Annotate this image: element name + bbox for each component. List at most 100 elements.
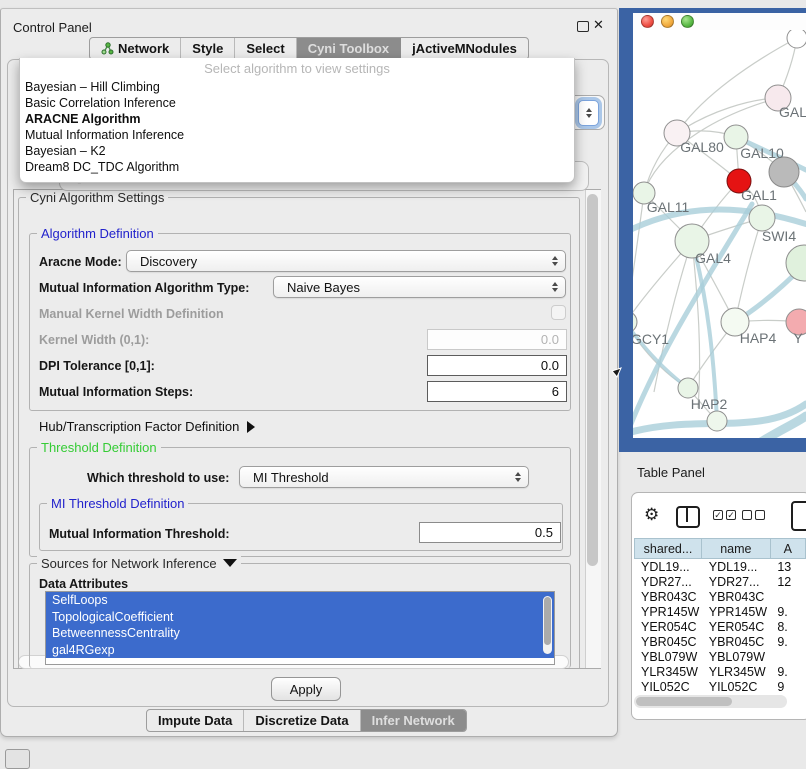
close-traffic-light-icon[interactable] — [641, 15, 654, 28]
network-graph: GALGAL80GAL10GAL1GAL11SWI4GAL4GCY1HAP4YH… — [633, 30, 806, 438]
table-row[interactable]: YBL079WYBL079W — [634, 649, 806, 664]
table-cell[interactable]: 9 — [770, 680, 806, 694]
dock-icon[interactable] — [5, 749, 30, 769]
settings-vertical-scrollbar-thumb[interactable] — [587, 194, 598, 566]
attribute-item-selfloops[interactable]: SelfLoops — [46, 592, 554, 609]
table-cell[interactable]: YBL079W — [702, 650, 771, 664]
table-cell[interactable]: 9. — [770, 605, 806, 619]
algorithm-option-mutual-information-inference[interactable]: Mutual Information Inference — [20, 127, 574, 143]
network-edge[interactable] — [677, 98, 778, 133]
table-row[interactable]: YBR043CYBR043C — [634, 589, 806, 604]
algorithm-option-bayesian-k2[interactable]: Bayesian – K2 — [20, 143, 574, 159]
table-cell[interactable]: YER054C — [634, 620, 702, 634]
tab-network[interactable]: Network — [90, 38, 181, 59]
aracne-mode-combo[interactable]: Discovery — [126, 250, 566, 272]
zoom-traffic-light-icon[interactable] — [681, 15, 694, 28]
column-header-a[interactable]: A — [771, 538, 806, 559]
attribute-item-betweennesscentrality[interactable]: BetweennessCentrality — [46, 625, 554, 642]
table-cell[interactable]: YPR145W — [702, 605, 771, 619]
table-cell[interactable]: YIL052C — [634, 680, 702, 694]
table-cell[interactable]: YBR043C — [702, 590, 771, 604]
node-label-gal1: GAL1 — [741, 187, 777, 203]
table-function-icon[interactable] — [791, 501, 806, 531]
table-cell[interactable]: 12 — [770, 575, 806, 589]
network-window-titlebar[interactable] — [633, 13, 806, 30]
table-cell[interactable]: 8. — [770, 620, 806, 634]
table-cell[interactable]: YPR145W — [634, 605, 702, 619]
mi-threshold-field[interactable]: 0.5 — [419, 522, 561, 543]
bottom-tab-discretize-data[interactable]: Discretize Data — [244, 710, 360, 731]
attribute-item-topologicalcoefficient[interactable]: TopologicalCoefficient — [46, 609, 554, 626]
checked-box-icon[interactable]: ✓ — [713, 510, 723, 520]
dpi-tolerance-field[interactable]: 0.0 — [427, 355, 567, 376]
table-cell[interactable]: YLR345W — [702, 665, 771, 679]
column-header-shared[interactable]: shared... — [634, 538, 702, 559]
table-cell[interactable]: YDL19... — [702, 560, 771, 574]
manual-kernel-width-checkbox[interactable] — [551, 305, 566, 320]
network-node[interactable] — [786, 245, 806, 281]
table-cell[interactable]: YBR045C — [702, 635, 771, 649]
table-cell[interactable]: YDR27... — [702, 575, 771, 589]
tab-label: Cyni Toolbox — [308, 41, 389, 56]
table-cell[interactable]: YDL19... — [634, 560, 702, 574]
checked-box-icon[interactable]: ✓ — [726, 510, 736, 520]
control-panel-window: Control Panel ✕ NetworkStyleSelectCyni T… — [0, 8, 618, 737]
gear-icon[interactable]: ⚙ — [644, 505, 659, 525]
table-row[interactable]: YER054CYER054C8. — [634, 619, 806, 634]
hub-tf-definition-expander[interactable]: Hub/Transcription Factor Definition — [39, 419, 255, 434]
attribute-item-gal4rgexp[interactable]: gal4RGexp — [46, 642, 554, 659]
which-threshold-combo[interactable]: MI Threshold — [239, 466, 529, 488]
table-row[interactable]: YPR145WYPR145W9. — [634, 604, 806, 619]
algorithm-option-aracne-algorithm[interactable]: ARACNE Algorithm — [20, 111, 574, 127]
table-horizontal-scrollbar-thumb[interactable] — [636, 697, 732, 706]
network-node[interactable] — [707, 411, 727, 431]
columns-icon[interactable] — [676, 506, 700, 528]
table-cell[interactable]: YER054C — [702, 620, 771, 634]
network-node[interactable] — [787, 30, 806, 48]
table-cell[interactable]: YIL052C — [702, 680, 771, 694]
apply-button[interactable]: Apply — [271, 677, 341, 701]
network-node[interactable] — [633, 311, 637, 333]
network-node[interactable] — [769, 157, 799, 187]
sources-title[interactable]: Sources for Network Inference — [37, 556, 241, 571]
table-row[interactable]: YBR045CYBR045C9. — [634, 634, 806, 649]
float-window-icon[interactable] — [577, 21, 589, 32]
aracne-mode-value: Discovery — [140, 254, 197, 269]
combo-stepper-focused[interactable] — [578, 100, 599, 126]
tab-cyni-toolbox[interactable]: Cyni Toolbox — [297, 38, 401, 59]
minimize-traffic-light-icon[interactable] — [661, 15, 674, 28]
table-cell[interactable]: 13 — [770, 560, 806, 574]
attributes-list-scrollbar[interactable] — [543, 596, 552, 654]
table-cell[interactable]: YLR345W — [634, 665, 702, 679]
table-row[interactable]: YDL19...YDL19...13 — [634, 559, 806, 574]
table-cell[interactable]: YBL079W — [634, 650, 702, 664]
network-edge[interactable] — [633, 193, 644, 322]
table-row[interactable]: YIL052CYIL052C9 — [634, 679, 806, 694]
bottom-tab-impute-data[interactable]: Impute Data — [147, 710, 244, 731]
unchecked-box-icon[interactable] — [742, 510, 752, 520]
network-node[interactable] — [678, 378, 698, 398]
node-label-gal11: GAL11 — [647, 199, 690, 215]
algorithm-option-bayesian-hill-climbing[interactable]: Bayesian – Hill Climbing — [20, 79, 574, 95]
unchecked-box-icon[interactable] — [755, 510, 765, 520]
cyni-algorithm-settings-title: Cyni Algorithm Settings — [26, 190, 168, 205]
tab-jactivemnodules[interactable]: jActiveMNodules — [401, 38, 528, 59]
column-header-name[interactable]: name — [702, 538, 771, 559]
bottom-tab-infer-network[interactable]: Infer Network — [361, 710, 466, 731]
attributes-list-scrollbar-thumb[interactable] — [544, 597, 551, 645]
table-cell[interactable]: 9. — [770, 665, 806, 679]
mi-algorithm-type-combo[interactable]: Naive Bayes — [273, 276, 566, 298]
table-cell[interactable]: YBR045C — [634, 635, 702, 649]
algorithm-option-basic-correlation-inference[interactable]: Basic Correlation Inference — [20, 95, 574, 111]
table-cell[interactable]: 9. — [770, 635, 806, 649]
tab-style[interactable]: Style — [181, 38, 235, 59]
algorithm-option-dream8-dc-tdc-algorithm[interactable]: Dream8 DC_TDC Algorithm — [20, 159, 574, 175]
mi-steps-field[interactable]: 6 — [427, 381, 567, 402]
tab-select[interactable]: Select — [235, 38, 296, 59]
table-row[interactable]: YDR27...YDR27...12 — [634, 574, 806, 589]
table-horizontal-scrollbar[interactable] — [634, 695, 787, 708]
table-row[interactable]: YLR345WYLR345W9. — [634, 664, 806, 679]
table-cell[interactable]: YDR27... — [634, 575, 702, 589]
table-cell[interactable]: YBR043C — [634, 590, 702, 604]
close-icon[interactable]: ✕ — [593, 17, 604, 33]
